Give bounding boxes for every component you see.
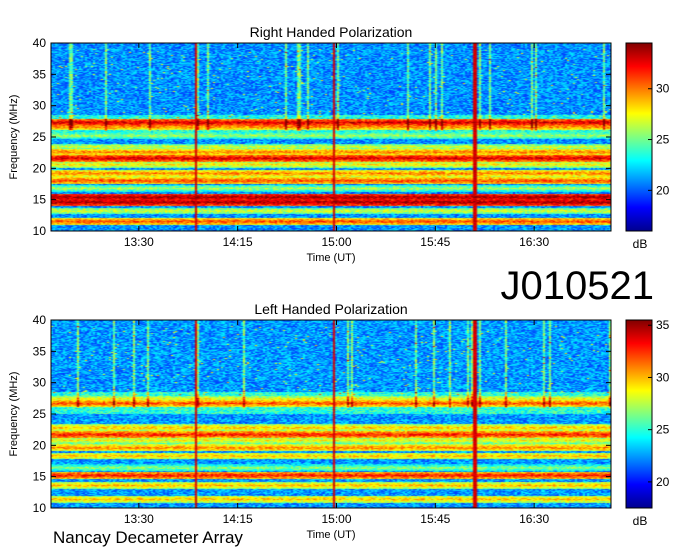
spectrogram-panel-left: Left Handed Polarization 10 15 20 25 30 35 40 13… xyxy=(8,301,670,541)
y-tick-label: 10 xyxy=(33,501,47,515)
y-tick-label: 25 xyxy=(33,130,47,144)
y-tick-label: 35 xyxy=(33,67,47,81)
y-tick-label: 20 xyxy=(33,161,47,175)
y-tick-label: 10 xyxy=(33,224,47,238)
colorbar-tick-label: 25 xyxy=(656,133,670,147)
y-tick-label: 40 xyxy=(33,313,47,327)
x-tick-label: 16:30 xyxy=(519,235,549,249)
instrument-credit: Nancay Decameter Array xyxy=(53,528,243,547)
y-tick-label: 30 xyxy=(33,376,47,390)
x-tick-label: 14:15 xyxy=(223,512,253,526)
panel-title: Left Handed Polarization xyxy=(254,301,407,317)
y-tick-label: 25 xyxy=(33,407,47,421)
spectrogram-heatmap xyxy=(51,320,611,508)
x-tick-label: 15:45 xyxy=(420,235,450,249)
colorbar-tick-label: 35 xyxy=(656,318,670,332)
colorbar-tick-label: 20 xyxy=(656,475,670,489)
y-tick-label: 40 xyxy=(33,36,47,50)
x-tick-label: 15:00 xyxy=(321,235,351,249)
x-tick-label: 15:45 xyxy=(420,512,450,526)
colorbar xyxy=(625,319,653,509)
x-tick-label: 13:30 xyxy=(124,235,154,249)
colorbar-tick-label: 20 xyxy=(656,183,670,197)
y-tick-label: 20 xyxy=(33,438,47,452)
observation-code: J010521 xyxy=(500,264,654,308)
colorbar-tick-label: 25 xyxy=(656,423,670,437)
colorbar-label: dB xyxy=(633,514,648,528)
spectrogram-panel-right: Right Handed Polarization 10 15 20 25 30 35 40 1… xyxy=(8,24,670,264)
colorbar-tick-label: 30 xyxy=(656,82,670,96)
x-tick-label: 13:30 xyxy=(124,512,154,526)
x-tick-label: 16:30 xyxy=(519,512,549,526)
x-tick-label: 15:00 xyxy=(321,512,351,526)
colorbar xyxy=(625,42,653,232)
y-tick-label: 15 xyxy=(33,470,47,484)
y-axis-label: Frequency (MHz) xyxy=(8,372,20,457)
x-axis-label: Time (UT) xyxy=(306,252,355,264)
y-tick-label: 35 xyxy=(33,344,47,358)
x-axis-label: Time (UT) xyxy=(306,529,355,541)
colorbar-tick-label: 30 xyxy=(656,370,670,384)
spectrogram-heatmap xyxy=(51,43,611,231)
x-tick-label: 14:15 xyxy=(223,235,253,249)
colorbar-label: dB xyxy=(633,237,648,251)
y-tick-label: 30 xyxy=(33,99,47,113)
y-axis-label: Frequency (MHz) xyxy=(8,95,20,180)
panel-title: Right Handed Polarization xyxy=(250,24,413,40)
y-tick-label: 15 xyxy=(33,193,47,207)
